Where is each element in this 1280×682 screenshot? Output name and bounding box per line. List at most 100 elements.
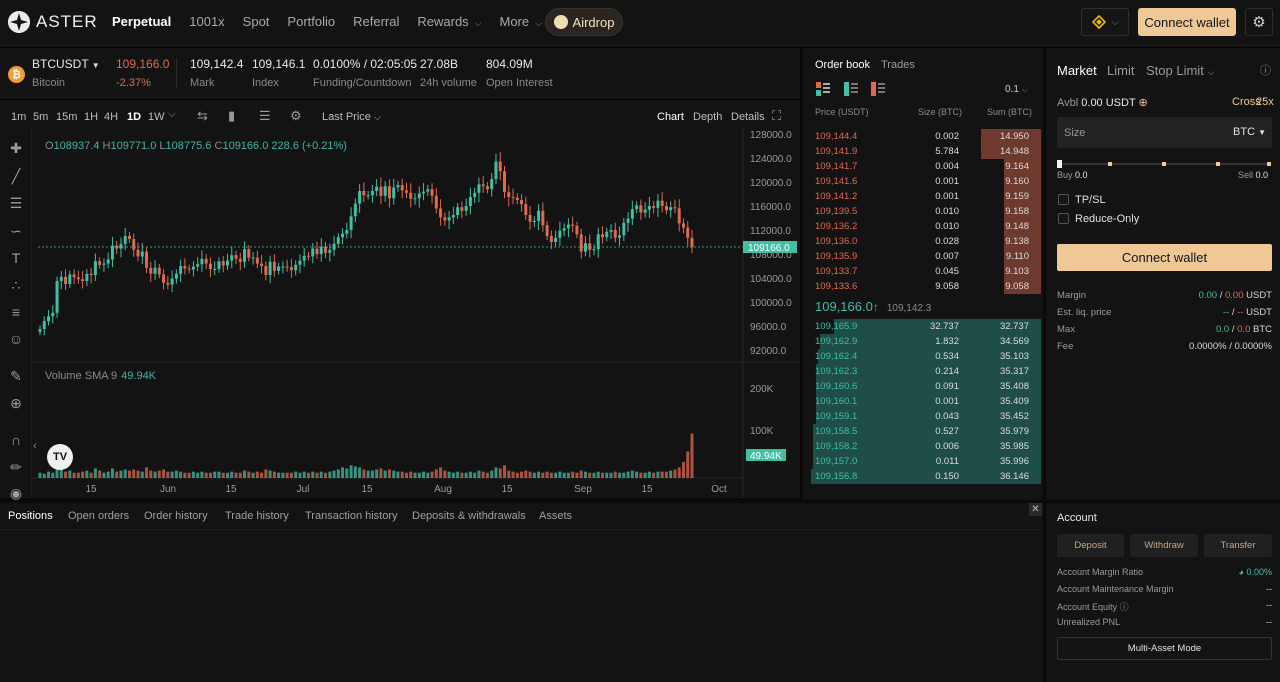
candle-body[interactable]: [298, 260, 302, 265]
precision-select[interactable]: 0.1 ⌵: [1005, 84, 1028, 95]
candle-body[interactable]: [490, 179, 494, 190]
tab-trade-history[interactable]: Trade history: [225, 510, 289, 522]
candle-body[interactable]: [554, 237, 558, 242]
candle-body[interactable]: [123, 236, 127, 244]
candle-body[interactable]: [234, 255, 238, 259]
candle-body[interactable]: [477, 184, 481, 193]
candle-body[interactable]: [618, 235, 622, 238]
candle-body[interactable]: [272, 261, 276, 271]
candle-body[interactable]: [191, 266, 195, 270]
candle-body[interactable]: [311, 248, 315, 257]
candle-body[interactable]: [277, 266, 281, 271]
ask-row[interactable]: 109,136.2 0.010 9.148: [815, 219, 1041, 234]
candle-body[interactable]: [485, 186, 489, 190]
candle-body[interactable]: [149, 267, 153, 274]
candle-body[interactable]: [583, 243, 587, 252]
candle-body[interactable]: [422, 191, 426, 194]
candle-body[interactable]: [468, 197, 472, 206]
nav-item-perpetual[interactable]: Perpetual: [112, 14, 171, 29]
candle-body[interactable]: [656, 200, 660, 208]
candle-body[interactable]: [515, 197, 519, 200]
candle-body[interactable]: [132, 239, 136, 250]
bid-row[interactable]: 109,165.9 32.737 32.737: [815, 319, 1041, 334]
candle-body[interactable]: [362, 191, 366, 196]
candle-body[interactable]: [626, 218, 630, 223]
nav-item-rewards[interactable]: Rewards ⌵: [417, 14, 481, 29]
candle-body[interactable]: [243, 249, 247, 262]
candle-body[interactable]: [345, 230, 349, 234]
candle-body[interactable]: [119, 243, 123, 249]
candle-body[interactable]: [613, 230, 617, 238]
candle-body[interactable]: [545, 225, 549, 236]
candle-body[interactable]: [571, 224, 575, 226]
nav-item-spot[interactable]: Spot: [243, 14, 270, 29]
candle-body[interactable]: [630, 209, 634, 219]
candle-body[interactable]: [524, 204, 528, 215]
candle-body[interactable]: [439, 208, 443, 218]
candle-body[interactable]: [681, 223, 685, 228]
tab-transaction-history[interactable]: Transaction history: [305, 510, 398, 522]
tradingview-logo[interactable]: TV: [47, 444, 73, 470]
bid-row[interactable]: 109,160.1 0.001 35.409: [815, 394, 1041, 409]
nav-item-referral[interactable]: Referral: [353, 14, 399, 29]
size-unit-select[interactable]: BTC ▼: [1233, 126, 1266, 138]
candle-body[interactable]: [434, 195, 438, 209]
candle-body[interactable]: [110, 245, 114, 260]
collapse-arrow-icon[interactable]: ‹: [33, 440, 37, 452]
transfer-button[interactable]: Transfer: [1204, 534, 1272, 557]
ask-row[interactable]: 109,141.9 5.784 14.948: [815, 144, 1041, 159]
candle-body[interactable]: [532, 221, 536, 222]
candle-body[interactable]: [498, 161, 502, 172]
candle-body[interactable]: [404, 190, 408, 193]
info-icon[interactable]: ⓘ: [1120, 602, 1129, 612]
ask-row[interactable]: 109,135.9 0.007 9.110: [815, 249, 1041, 264]
asks-view-icon[interactable]: [871, 82, 885, 96]
candle-body[interactable]: [507, 192, 511, 197]
candle-body[interactable]: [251, 257, 255, 259]
candle-body[interactable]: [200, 258, 204, 265]
candle-body[interactable]: [162, 274, 166, 283]
connect-wallet-button[interactable]: Connect wallet: [1138, 8, 1236, 36]
bids-view-icon[interactable]: [844, 82, 858, 96]
candle-body[interactable]: [217, 261, 221, 269]
candle-body[interactable]: [136, 249, 140, 257]
candle-body[interactable]: [537, 210, 541, 221]
candle-body[interactable]: [336, 237, 340, 244]
candle-body[interactable]: [366, 195, 370, 197]
candle-body[interactable]: [460, 207, 464, 211]
candle-body[interactable]: [664, 206, 668, 211]
nav-item-1001x[interactable]: 1001x: [189, 14, 224, 29]
candle-body[interactable]: [319, 246, 323, 254]
candle-body[interactable]: [464, 206, 468, 211]
candle-body[interactable]: [579, 234, 583, 252]
bid-row[interactable]: 109,156.8 0.150 36.146: [811, 469, 1041, 484]
ask-row[interactable]: 109,136.0 0.028 9.138: [815, 234, 1041, 249]
candle-body[interactable]: [51, 312, 55, 317]
candle-body[interactable]: [635, 205, 639, 209]
candle-body[interactable]: [102, 263, 106, 265]
network-selector[interactable]: ⌵: [1081, 8, 1129, 36]
connect-wallet-button[interactable]: Connect wallet: [1057, 244, 1272, 271]
candle-body[interactable]: [349, 216, 353, 230]
candle-body[interactable]: [166, 282, 170, 285]
candle-body[interactable]: [562, 228, 566, 231]
bid-row[interactable]: 109,160.6 0.091 35.408: [815, 379, 1041, 394]
candle-body[interactable]: [55, 281, 59, 313]
candle-body[interactable]: [426, 189, 430, 192]
withdraw-button[interactable]: Withdraw: [1130, 534, 1198, 557]
logo[interactable]: ASTER: [8, 11, 98, 33]
tab-assets[interactable]: Assets: [539, 510, 572, 522]
candle-body[interactable]: [592, 249, 596, 251]
tab-stop-limit[interactable]: Stop Limit ⌵: [1146, 63, 1214, 78]
candle-body[interactable]: [38, 329, 42, 332]
candle-body[interactable]: [447, 217, 451, 221]
candle-body[interactable]: [247, 249, 251, 258]
candle-body[interactable]: [430, 189, 434, 196]
both-sides-view-icon[interactable]: [816, 82, 830, 96]
candle-body[interactable]: [520, 200, 524, 205]
candle-body[interactable]: [396, 185, 400, 188]
candle-body[interactable]: [170, 278, 174, 285]
candle-body[interactable]: [558, 230, 562, 238]
candle-body[interactable]: [204, 258, 208, 264]
candle-body[interactable]: [605, 231, 609, 238]
